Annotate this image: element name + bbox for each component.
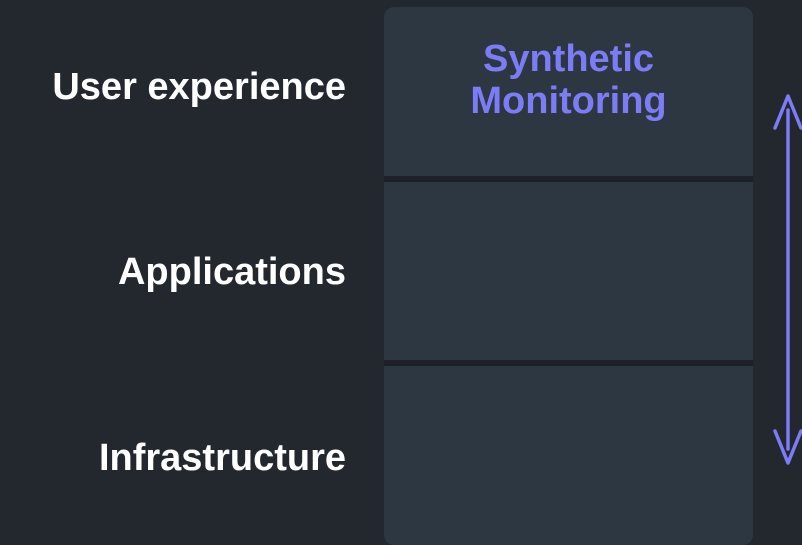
layer-label-applications: Applications (117, 251, 346, 293)
stack-title-line-1: Synthetic (482, 38, 655, 80)
layer-label-user-experience: User experience (52, 66, 346, 108)
double-arrow-icon (773, 94, 802, 465)
stack-cell-infrastructure (384, 366, 753, 545)
stack-title: Synthetic Monitoring (384, 38, 753, 122)
monitoring-stack: Synthetic Monitoring (384, 7, 753, 545)
stack-cell-user-experience: Synthetic Monitoring (384, 7, 753, 176)
layer-label-infrastructure: Infrastructure (98, 437, 346, 479)
stack-cell-applications (384, 182, 753, 360)
stack-title-line-2: Monitoring (470, 80, 667, 122)
